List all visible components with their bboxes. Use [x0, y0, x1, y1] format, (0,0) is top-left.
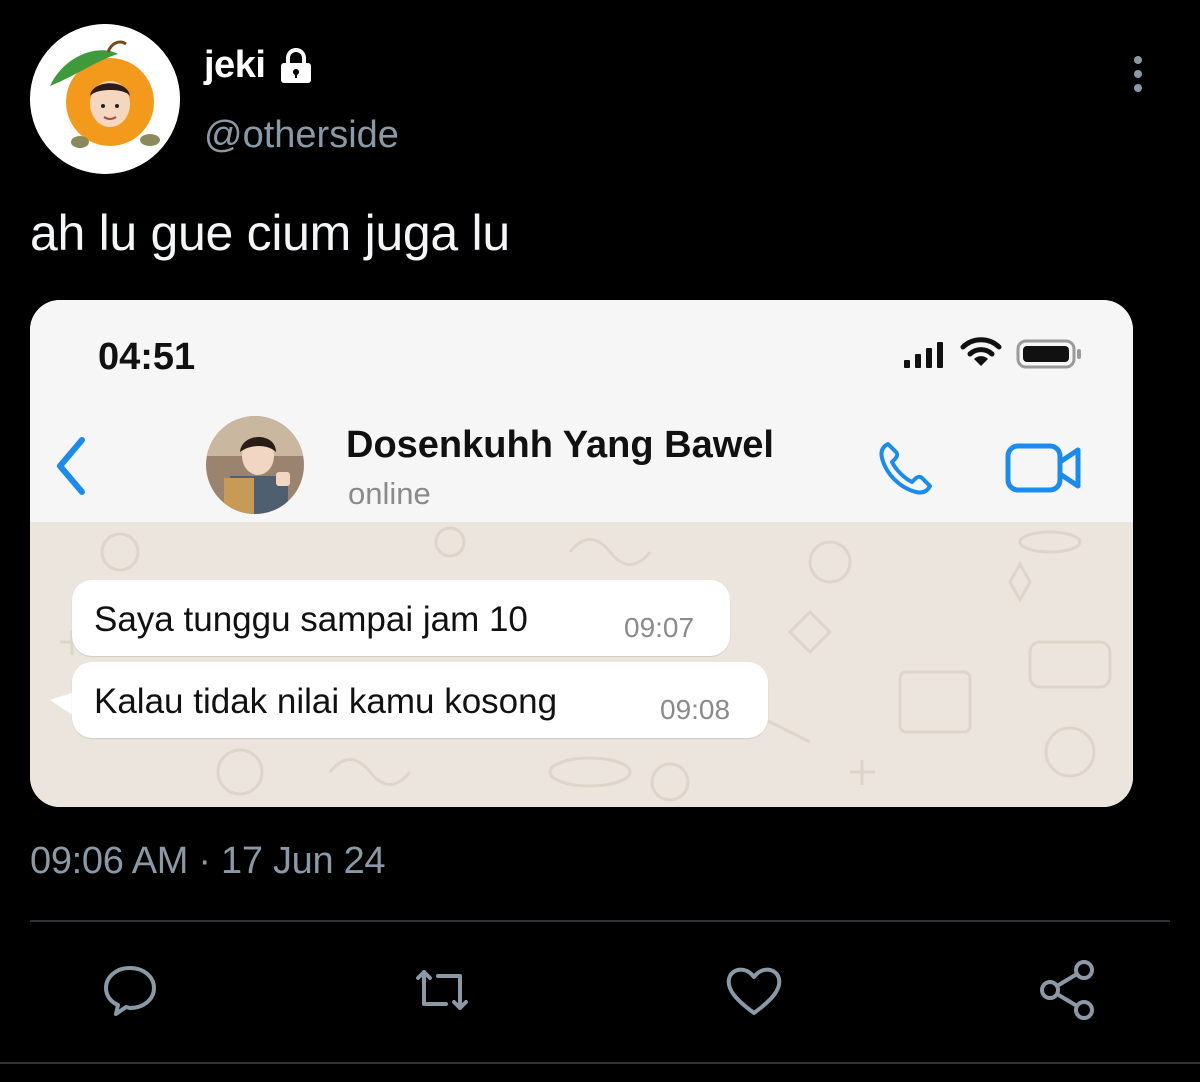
video-camera-icon[interactable] [1004, 440, 1084, 496]
tweet-media-image[interactable]: 04:51 Dosenkuhh Yang Bawel online Saya t… [30, 300, 1133, 807]
message-text: Saya tunggu sampai jam 10 [94, 600, 528, 639]
tweet-text: ah lu gue cium juga lu [30, 205, 510, 261]
message-time: 09:08 [660, 694, 731, 725]
display-name[interactable]: jeki [204, 44, 317, 87]
divider [30, 920, 1170, 922]
share-icon [1040, 960, 1094, 1020]
contact-avatar[interactable] [206, 416, 304, 514]
speech-bubble-icon [104, 966, 156, 1016]
message-time: 09:07 [624, 612, 695, 643]
chat-header: 04:51 Dosenkuhh Yang Bawel online [30, 300, 1133, 522]
signal-icon [904, 342, 943, 368]
battery-icon [1016, 339, 1081, 369]
phone-icon[interactable] [874, 436, 938, 500]
message-text: Kalau tidak nilai kamu kosong [94, 682, 558, 721]
tweet-timestamp[interactable]: 09:06 AM · 17 Jun 24 [30, 840, 386, 883]
retweet-button[interactable] [410, 958, 474, 1022]
retweet-icon [416, 970, 468, 1010]
wifi-icon [960, 337, 1002, 366]
share-button[interactable] [1036, 958, 1100, 1022]
contact-photo-icon [206, 416, 304, 514]
display-name-text: jeki [204, 44, 266, 86]
message-bubble[interactable]: Kalau tidak nilai kamu kosong 09:08 [72, 662, 768, 738]
heart-icon [726, 967, 782, 1015]
reply-button[interactable] [98, 958, 162, 1022]
like-button[interactable] [722, 958, 786, 1022]
message-bubble[interactable]: Saya tunggu sampai jam 10 09:07 [72, 580, 730, 656]
chevron-left-icon[interactable] [52, 434, 92, 498]
user-handle[interactable]: @otherside [204, 114, 399, 157]
profile-avatar[interactable] [30, 24, 180, 174]
more-vertical-icon[interactable] [1126, 54, 1150, 94]
status-bar-time: 04:51 [98, 336, 196, 378]
contact-status: online [348, 476, 431, 511]
contact-name[interactable]: Dosenkuhh Yang Bawel [346, 424, 774, 467]
orange-avatar-icon [30, 24, 180, 174]
bottom-divider [0, 1062, 1200, 1064]
lock-icon [281, 47, 312, 83]
